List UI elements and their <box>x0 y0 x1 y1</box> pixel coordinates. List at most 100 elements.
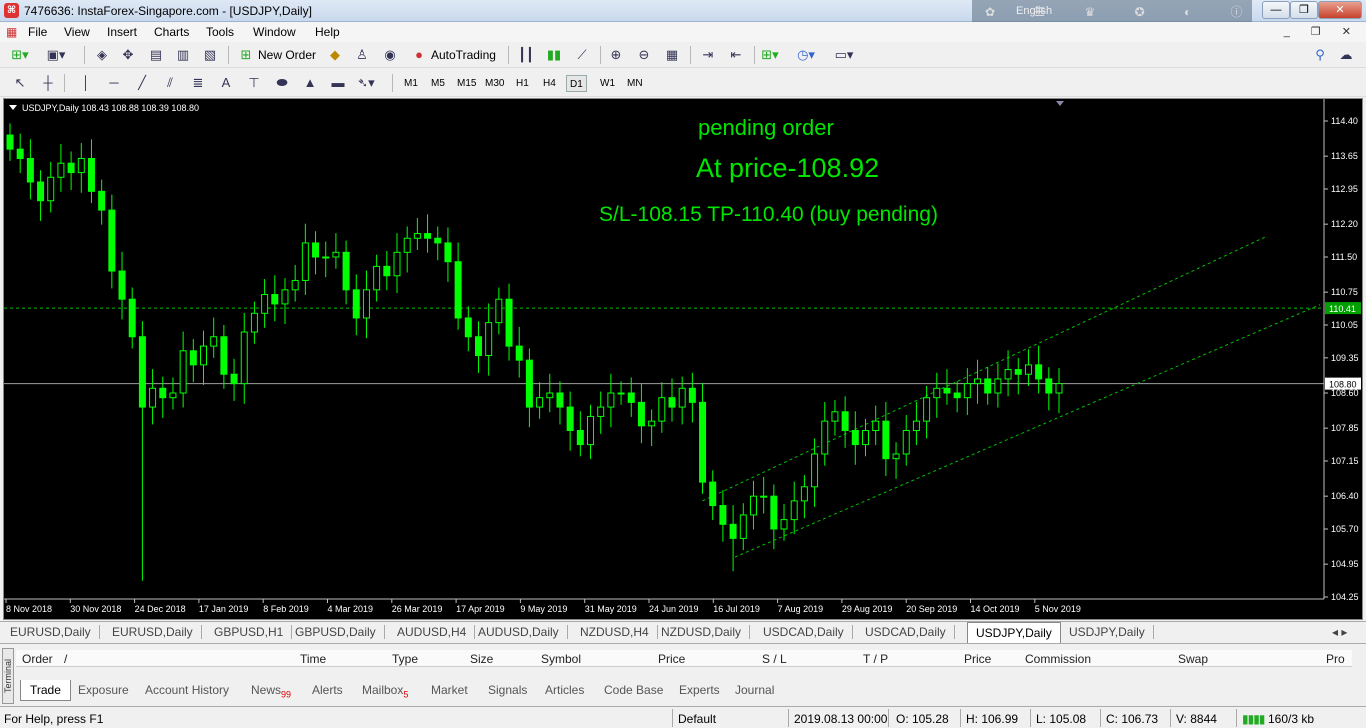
column-header[interactable]: Commission <box>1025 652 1091 666</box>
options-icon[interactable]: ♙ <box>352 45 372 65</box>
strategy-tester-icon[interactable]: ▧ <box>200 45 220 65</box>
terminal-tab[interactable]: News99 <box>251 683 291 699</box>
chart-tab[interactable]: GBPUSD,Daily <box>295 625 385 639</box>
timeframe-w1[interactable]: W1 <box>597 75 618 92</box>
column-header[interactable]: Pro <box>1326 652 1345 666</box>
zoom-out-icon[interactable]: ⊖ <box>634 45 654 65</box>
templates-icon[interactable]: ▭▾ <box>834 45 854 65</box>
terminal-tab[interactable]: Code Base <box>604 683 663 697</box>
mdi-window-buttons[interactable]: _ ❐ ✕ <box>1284 25 1360 38</box>
horizontal-line-icon[interactable]: ─ <box>104 73 124 93</box>
close-button[interactable]: ✕ <box>1318 1 1362 19</box>
autotrading-button[interactable]: AutoTrading <box>431 45 496 65</box>
terminal-tab[interactable]: Journal <box>735 683 774 697</box>
chat-icon[interactable]: ☁ <box>1336 45 1356 65</box>
language-selector[interactable]: English <box>1016 5 1052 17</box>
channel-icon[interactable]: ⫽ <box>160 73 180 93</box>
menu-file[interactable]: File <box>28 25 47 39</box>
navigator-icon[interactable]: ▤ <box>146 45 166 65</box>
menu-insert[interactable]: Insert <box>107 25 137 39</box>
label-tool-icon[interactable]: ⊤ <box>244 73 264 93</box>
tabs-scroll-arrows-icon[interactable]: ◂ ▸ <box>1332 625 1355 639</box>
indicators-icon[interactable]: ⊞▾ <box>760 45 780 65</box>
terminal-icon[interactable]: ▥ <box>173 45 193 65</box>
terminal-tab[interactable]: Articles <box>545 683 584 697</box>
chart-window[interactable]: 110.41 108.80 114.40 113.65 112.95 112.20 111… <box>3 98 1363 620</box>
metaeditor-icon[interactable]: ◆ <box>325 45 345 65</box>
column-header[interactable]: / <box>64 652 67 666</box>
terminal-tab[interactable]: Market <box>431 683 468 697</box>
menu-charts[interactable]: Charts <box>154 25 189 39</box>
trendline-icon[interactable]: ╱ <box>132 73 152 93</box>
column-header[interactable]: Type <box>392 652 418 666</box>
new-order-button[interactable]: New Order <box>258 45 316 65</box>
terminal-tab[interactable]: Trade <box>20 680 71 701</box>
arrows-tool-icon[interactable]: ➴▾ <box>356 73 376 93</box>
column-header[interactable]: Time <box>300 652 326 666</box>
timeframe-h4[interactable]: H4 <box>540 75 559 92</box>
timeframe-m30[interactable]: M30 <box>482 75 507 92</box>
chart-tab[interactable]: NZDUSD,H4 <box>580 625 658 639</box>
cursor-icon[interactable]: ↖ <box>10 73 30 93</box>
chart-tab[interactable]: AUDUSD,H4 <box>397 625 476 639</box>
timeframe-m15[interactable]: M15 <box>454 75 479 92</box>
price-chart[interactable]: 110.41108.80 114.40113.65112.95112.20111… <box>4 99 1362 619</box>
menu-view[interactable]: View <box>64 25 90 39</box>
chart-tab[interactable]: AUDUSD,Daily <box>478 625 568 639</box>
new-chart-icon[interactable]: ⊞▾ <box>10 45 30 65</box>
tile-windows-icon[interactable]: ▦ <box>662 45 682 65</box>
chart-tab[interactable]: EURUSD,Daily <box>10 625 100 639</box>
column-header[interactable]: Symbol <box>541 652 581 666</box>
rectangle-tool-icon[interactable]: ▬ <box>328 73 348 93</box>
column-header[interactable]: Order <box>22 652 53 666</box>
column-header[interactable]: Price <box>964 652 991 666</box>
column-header[interactable]: Swap <box>1178 652 1208 666</box>
terminal-tab[interactable]: Account History <box>145 683 229 697</box>
new-order-icon[interactable]: ⊞ <box>236 45 256 65</box>
profiles-icon[interactable]: ▣▾ <box>46 45 66 65</box>
bar-chart-icon[interactable]: ┃┃ <box>516 45 536 65</box>
autoscroll-icon[interactable]: ⇥ <box>698 45 718 65</box>
market-watch-icon[interactable]: ◈ <box>92 45 112 65</box>
menu-tools[interactable]: Tools <box>206 25 234 39</box>
timeframe-m1[interactable]: M1 <box>401 75 421 92</box>
chart-tab[interactable]: USDJPY,Daily <box>967 622 1061 643</box>
terminal-tab[interactable]: Mailbox5 <box>362 683 408 699</box>
terminal-tab[interactable]: Exposure <box>78 683 129 697</box>
chart-tab[interactable]: USDCAD,Daily <box>763 625 853 639</box>
chart-menu-icon[interactable]: ▦ <box>6 25 17 39</box>
search-icon[interactable]: ⚲ <box>1310 45 1330 65</box>
timeframe-m5[interactable]: M5 <box>428 75 448 92</box>
timeframe-h1[interactable]: H1 <box>513 75 532 92</box>
timeframe-d1[interactable]: D1 <box>566 75 587 92</box>
terminal-tab[interactable]: Experts <box>679 683 720 697</box>
column-header[interactable]: Size <box>470 652 493 666</box>
chart-tab[interactable]: USDCAD,Daily <box>865 625 955 639</box>
column-header[interactable]: S / L <box>762 652 787 666</box>
maximize-button[interactable]: ❐ <box>1290 1 1318 19</box>
ellipse-tool-icon[interactable]: ⬬ <box>272 73 292 93</box>
line-chart-icon[interactable]: ⟋ <box>572 45 592 65</box>
column-header[interactable]: T / P <box>863 652 888 666</box>
vertical-line-icon[interactable]: │ <box>76 73 96 93</box>
menu-help[interactable]: Help <box>315 25 340 39</box>
triangle-tool-icon[interactable]: ▲ <box>300 73 320 93</box>
fibonacci-icon[interactable]: ≣ <box>188 73 208 93</box>
terminal-tab[interactable]: Signals <box>488 683 527 697</box>
text-tool-icon[interactable]: A <box>216 73 236 93</box>
crosshair-icon[interactable]: ┼ <box>38 73 58 93</box>
candlestick-icon[interactable]: ▮▮ <box>544 45 564 65</box>
chart-tab[interactable]: NZDUSD,Daily <box>661 625 751 639</box>
minimize-button[interactable]: — <box>1262 1 1290 19</box>
column-header[interactable]: Price <box>658 652 685 666</box>
timeframe-mn[interactable]: MN <box>624 75 646 92</box>
chart-shift-icon[interactable]: ⇤ <box>726 45 746 65</box>
menu-window[interactable]: Window <box>253 25 296 39</box>
autotrading-icon[interactable]: ● <box>409 45 429 65</box>
chart-tab[interactable]: USDJPY,Daily <box>1069 625 1154 639</box>
terminal-tab[interactable]: Alerts <box>312 683 343 697</box>
signals-icon[interactable]: ◉ <box>380 45 400 65</box>
periods-icon[interactable]: ◷▾ <box>796 45 816 65</box>
zoom-in-icon[interactable]: ⊕ <box>606 45 626 65</box>
chart-tab[interactable]: GBPUSD,H1 <box>214 625 293 639</box>
